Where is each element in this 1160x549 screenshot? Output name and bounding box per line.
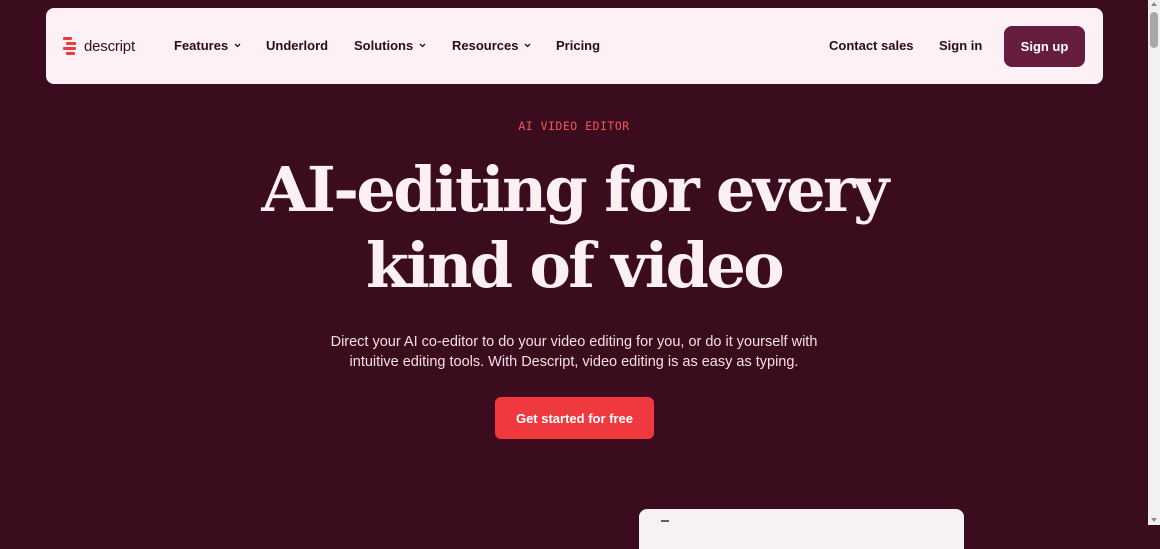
- scroll-up-arrow-icon[interactable]: [1151, 2, 1157, 6]
- contact-sales-link[interactable]: Contact sales: [829, 38, 914, 53]
- chevron-down-icon: [419, 43, 426, 48]
- hero-headline-line: kind of video: [365, 229, 785, 302]
- get-started-button[interactable]: Get started for free: [495, 397, 654, 439]
- hero-eyebrow: AI VIDEO EDITOR: [518, 119, 630, 133]
- nav-item-label: Resources: [452, 38, 519, 53]
- nav-item-label: Pricing: [556, 38, 601, 53]
- top-navbar: descript Features Underlord Solutions Re…: [46, 8, 1103, 84]
- sign-in-link[interactable]: Sign in: [939, 38, 982, 53]
- hero-headline: AI-editing for every kind of video: [0, 152, 1148, 304]
- nav-item-solutions[interactable]: Solutions: [354, 38, 426, 53]
- hero-headline-line: AI-editing for every: [261, 153, 889, 226]
- preview-cursor-icon: [661, 520, 669, 525]
- hero-subtext-line: Direct your AI co-editor to do your vide…: [330, 334, 818, 350]
- nav-item-features[interactable]: Features: [174, 38, 241, 53]
- hero-subtext-line: intuitive editing tools. With Descript, …: [349, 354, 799, 370]
- chevron-down-icon: [525, 43, 531, 48]
- hero-subtext: Direct your AI co-editor to do your vide…: [0, 332, 1148, 372]
- nav-item-label: Features: [174, 38, 229, 53]
- chevron-down-icon: [234, 43, 241, 48]
- nav-item-resources[interactable]: Resources: [452, 38, 531, 53]
- nav-item-label: Solutions: [354, 38, 414, 53]
- nav-item-pricing[interactable]: Pricing: [556, 38, 600, 53]
- scroll-down-arrow-icon[interactable]: [1151, 518, 1157, 522]
- descript-logo-icon: [63, 37, 76, 55]
- descript-logo[interactable]: descript: [63, 37, 135, 55]
- nav-item-label: Underlord: [266, 38, 329, 53]
- nav-item-underlord[interactable]: Underlord: [266, 38, 328, 53]
- page-scrollbar[interactable]: [1148, 0, 1160, 525]
- logo-wordmark: descript: [84, 37, 135, 55]
- scrollbar-thumb[interactable]: [1150, 12, 1158, 48]
- product-preview-card: [639, 509, 964, 549]
- sign-up-button[interactable]: Sign up: [1004, 26, 1085, 67]
